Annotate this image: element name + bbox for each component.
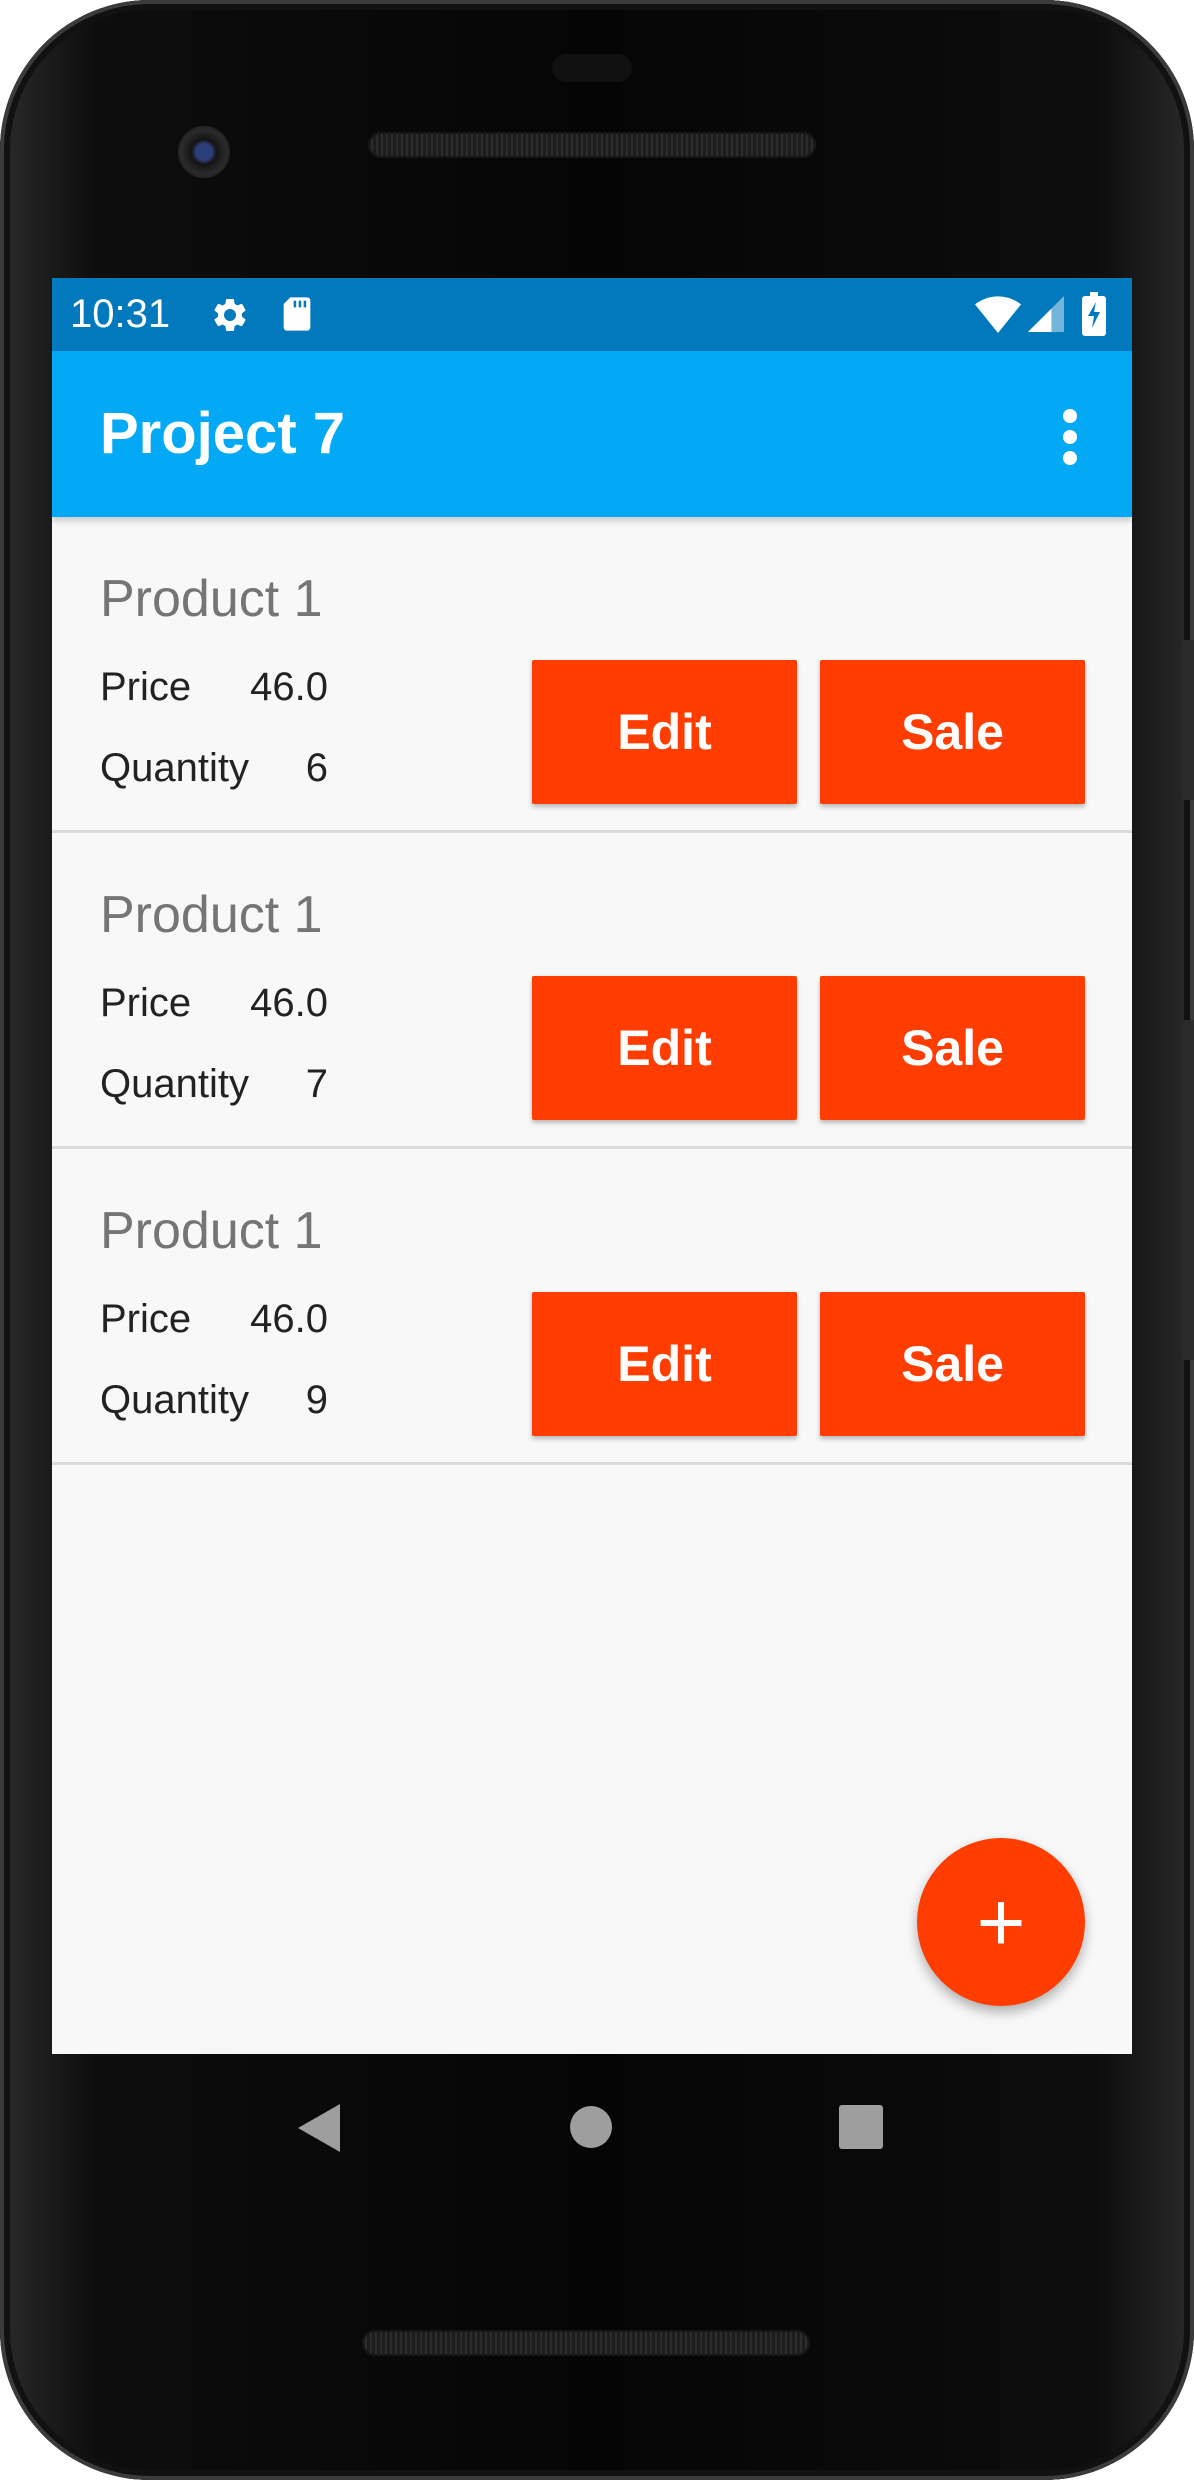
front-camera xyxy=(178,126,230,178)
gear-icon xyxy=(214,298,246,331)
back-icon[interactable] xyxy=(294,2100,344,2156)
app-bar: Project 7 xyxy=(52,351,1132,517)
price-value: 46.0 xyxy=(250,1297,328,1341)
earpiece-slot xyxy=(552,54,632,82)
status-bar: 10:31 xyxy=(52,278,1132,351)
home-icon[interactable] xyxy=(568,2104,614,2150)
edit-button[interactable]: Edit xyxy=(532,660,797,804)
status-time: 10:31 xyxy=(70,292,171,336)
sd-card-icon xyxy=(283,297,311,331)
edit-button[interactable]: Edit xyxy=(532,976,797,1120)
price-value: 46.0 xyxy=(250,981,328,1025)
navigation-bar xyxy=(0,2054,1194,2198)
recents-icon[interactable] xyxy=(838,2104,884,2150)
top-speaker xyxy=(368,132,816,158)
more-vert-icon[interactable] xyxy=(1050,407,1090,467)
quantity-value: 7 xyxy=(305,1062,328,1106)
quantity-value: 9 xyxy=(305,1378,328,1422)
product-list: Product 1 Price 46.0 Quantity 6 Edit Sal… xyxy=(52,517,1132,1465)
wifi-icon xyxy=(975,296,1021,333)
product-name: Product 1 xyxy=(100,570,323,628)
add-icon: + xyxy=(976,1875,1026,1969)
sale-button[interactable]: Sale xyxy=(820,660,1085,804)
sale-button[interactable]: Sale xyxy=(820,976,1085,1120)
price-label: Price xyxy=(100,665,192,709)
battery-charging-icon xyxy=(1082,292,1106,336)
add-product-button[interactable]: + xyxy=(917,1838,1085,2006)
product-name: Product 1 xyxy=(100,1202,323,1260)
edit-button[interactable]: Edit xyxy=(532,1292,797,1436)
price-label: Price xyxy=(100,1297,192,1341)
price-label: Price xyxy=(100,981,192,1025)
power-button xyxy=(1182,640,1194,800)
app-screen: 10:31 Project 7 Product 1 Price 46.0 Qua… xyxy=(52,278,1132,2054)
product-name: Product 1 xyxy=(100,886,323,944)
bottom-speaker xyxy=(362,2330,810,2356)
quantity-value: 6 xyxy=(305,746,328,790)
sale-button[interactable]: Sale xyxy=(820,1292,1085,1436)
list-item: Product 1 Price 46.0 Quantity 9 Edit Sal… xyxy=(52,1149,1132,1465)
volume-button xyxy=(1182,1020,1194,1360)
list-item: Product 1 Price 46.0 Quantity 6 Edit Sal… xyxy=(52,517,1132,833)
cell-signal-icon xyxy=(1028,296,1064,332)
phone-frame: 10:31 Project 7 Product 1 Price 46.0 Qua… xyxy=(0,0,1194,2480)
price-value: 46.0 xyxy=(250,665,328,709)
list-item: Product 1 Price 46.0 Quantity 7 Edit Sal… xyxy=(52,833,1132,1149)
app-title: Project 7 xyxy=(100,401,345,466)
